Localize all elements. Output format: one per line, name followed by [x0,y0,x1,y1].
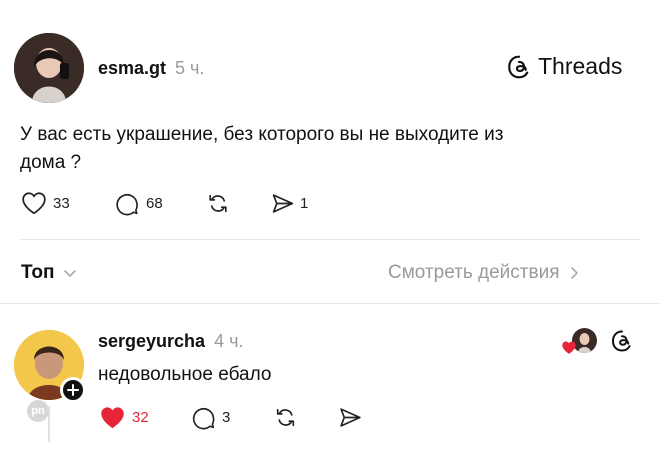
comment-icon [116,194,138,216]
threads-logo-icon [508,55,529,78]
reply-like-count: 32 [132,409,149,426]
repost-button[interactable] [205,191,231,216]
reply-comment-button[interactable]: 3 [191,405,230,430]
divider [0,303,660,304]
comment-icon [192,408,215,430]
share-button[interactable]: 1 [270,191,308,216]
plus-icon [67,384,79,396]
follow-button[interactable] [60,377,86,403]
reply-time: 4 ч. [214,331,244,351]
post-time: 5 ч. [175,58,205,78]
threads-brand-label: Threads [538,53,623,79]
send-icon [272,194,294,213]
reply-comment-count: 3 [222,409,231,426]
sort-dropdown[interactable]: Топ [21,262,77,284]
divider [20,239,640,240]
reply-count: 68 [146,195,163,212]
like-button[interactable]: 33 [21,191,70,215]
chevron-down-icon [63,270,76,278]
reply-button[interactable]: 68 [114,191,163,216]
heart-filled-icon [562,341,576,354]
reply-repost-button[interactable] [273,405,298,430]
reply-username[interactable]: sergeyurcha [98,331,205,351]
threads-logo-icon [611,330,631,352]
chevron-right-icon [571,267,579,279]
post-text-line: дома ? [20,152,82,173]
threads-brand: Threads [506,53,622,80]
watermark: pn [27,400,49,422]
reply-like-button[interactable]: 32 [99,405,149,430]
reply-share-button[interactable] [338,405,363,430]
send-icon [340,408,361,427]
reply-threads-button[interactable] [610,329,634,358]
sort-label: Топ [21,262,55,283]
repost-icon [276,408,295,427]
repost-icon [209,194,227,213]
share-count: 1 [300,195,309,212]
watermark-text: pn [31,405,45,417]
author-username[interactable]: esma.gt [98,58,166,78]
post-text-line: У вас есть украшение, без которого вы не… [20,124,504,145]
author-avatar[interactable] [14,33,84,103]
heart-filled-icon [101,407,124,429]
reply-text: недовольное ебало [98,364,272,385]
view-activity-link[interactable]: Смотреть действия [388,262,579,284]
post-text: У вас есть украшение, без которого вы не… [20,121,503,177]
heart-icon [22,192,46,215]
author-liked-indicator [561,328,597,356]
author-avatar-image [14,33,84,103]
like-count: 33 [53,194,70,212]
view-activity-label: Смотреть действия [388,262,560,283]
